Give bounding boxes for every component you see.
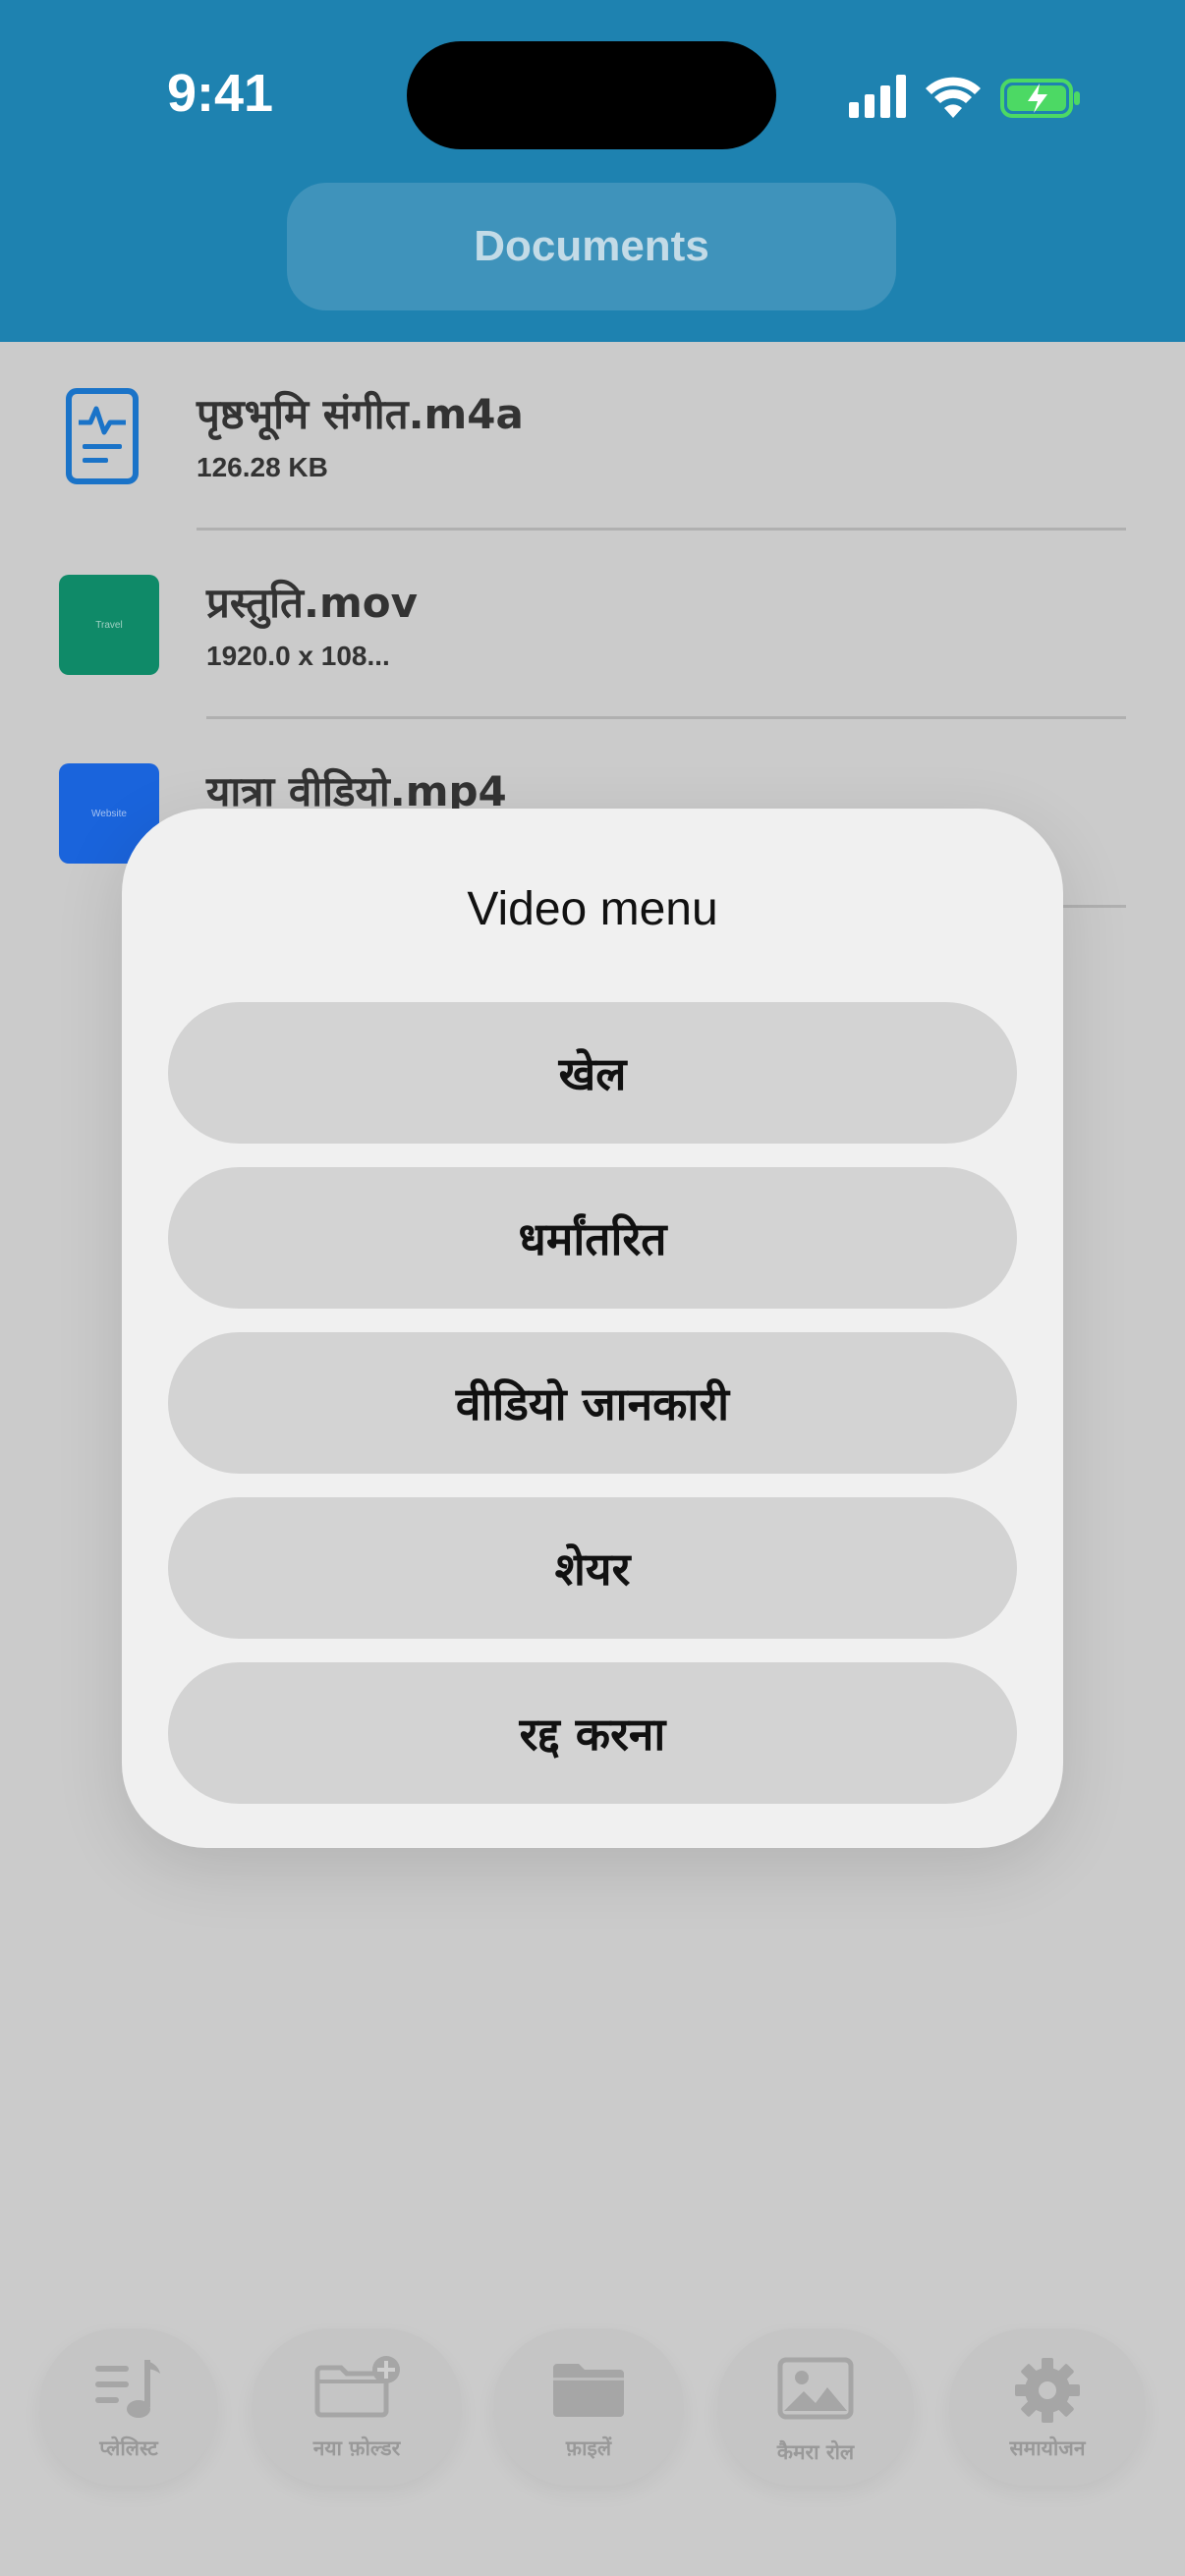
tab-label: फ़ाइलें — [565, 2436, 612, 2460]
file-size: 126.28 KB — [197, 452, 328, 482]
file-name: पृष्ठभूमि संगीत.m4a — [197, 390, 524, 438]
tab-label: कैमरा रोल — [776, 2440, 855, 2464]
photo-icon — [777, 2357, 854, 2420]
gear-icon — [1015, 2358, 1080, 2423]
tab-bar: प्लेलिस्ट नया फ़ोल्डर फ़ाइलें कैमरा रोल — [0, 2328, 1185, 2576]
tab-playlist[interactable]: प्लेलिस्ट — [39, 2328, 218, 2486]
tab-new-folder[interactable]: नया फ़ोल्डर — [252, 2328, 462, 2486]
tab-label: प्लेलिस्ट — [99, 2436, 158, 2460]
tab-label: नया फ़ोल्डर — [312, 2436, 401, 2460]
tab-settings[interactable]: समायोजन — [949, 2328, 1146, 2486]
video-menu-dialog: Video menu खेल धर्मांतरित वीडियो जानकारी… — [122, 809, 1063, 1848]
tab-files[interactable]: फ़ाइलें — [493, 2328, 684, 2486]
header-bar: 9:41 Documents — [0, 0, 1185, 342]
cellular-signal-icon — [849, 75, 906, 118]
battery-icon — [1000, 79, 1080, 118]
wifi-icon — [926, 77, 981, 118]
status-time: 9:41 — [167, 64, 274, 123]
status-icons — [849, 75, 1080, 118]
page-title: Documents — [287, 183, 896, 310]
dynamic-island — [407, 41, 776, 149]
video-info-button[interactable]: वीडियो जानकारी — [168, 1332, 1017, 1474]
dialog-title: Video menu — [467, 883, 718, 935]
playlist-icon — [95, 2360, 160, 2418]
file-row[interactable]: Travel प्रस्तुति.mov 1920.0 x 108... — [0, 531, 1185, 719]
file-dimensions: 1920.0 x 108... — [206, 641, 390, 671]
cancel-button[interactable]: रद्द करना — [168, 1662, 1017, 1804]
tab-label: समायोजन — [1009, 2436, 1086, 2460]
folder-icon — [553, 2364, 624, 2417]
tab-camera-roll[interactable]: कैमरा रोल — [717, 2328, 914, 2486]
video-thumbnail: Travel — [59, 575, 159, 675]
convert-button[interactable]: धर्मांतरित — [168, 1167, 1017, 1309]
file-name: प्रस्तुति.mov — [206, 579, 418, 627]
play-button[interactable]: खेल — [168, 1002, 1017, 1144]
share-button[interactable]: शेयर — [168, 1497, 1017, 1639]
audio-file-icon — [66, 388, 139, 484]
file-row[interactable]: पृष्ठभूमि संगीत.m4a 126.28 KB — [0, 342, 1185, 531]
new-folder-icon — [314, 2356, 400, 2418]
